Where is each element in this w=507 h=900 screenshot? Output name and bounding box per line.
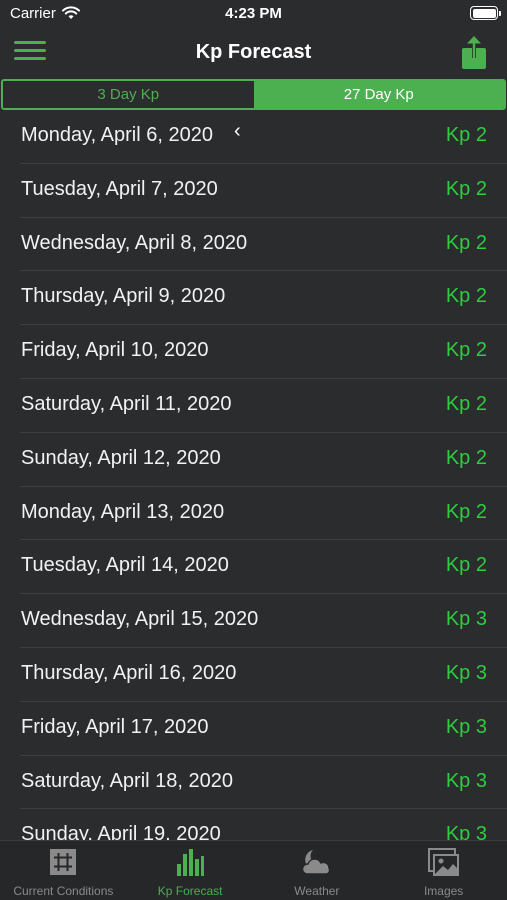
tab-label: Current Conditions [13,884,114,898]
tab-weather[interactable]: Weather [254,841,381,900]
battery-icon [470,6,501,20]
page-title: Kp Forecast [195,41,312,63]
kp-value: Kp 3 [445,823,487,840]
kp-value: Kp 2 [445,124,487,146]
kp-value: Kp 2 [445,177,487,200]
list-item[interactable]: Sunday, April 12, 2020 Kp 2 [20,433,507,487]
grid-icon [50,849,77,875]
tab-images[interactable]: Images [380,841,507,900]
share-icon[interactable] [461,36,487,70]
status-time: 4:23 PM [225,5,282,22]
list-item[interactable]: Saturday, April 11, 2020 Kp 2 [20,379,507,433]
forecast-list[interactable]: Monday, April 6, 2020 ‹ Kp 2 Tuesday, Ap… [0,110,507,840]
forecast-date: Friday, April 17, 2020 [21,715,209,738]
kp-value: Kp 3 [445,715,487,738]
forecast-date: Monday, April 13, 2020 [21,500,225,523]
forecast-date: Tuesday, April 7, 2020 [21,177,218,200]
forecast-date: Tuesday, April 14, 2020 [21,554,229,577]
navigation-bar: Kp Forecast [0,28,507,78]
list-item[interactable]: Thursday, April 16, 2020 Kp 3 [20,648,507,702]
list-item[interactable]: Sunday, April 19, 2020 Kp 3 [20,809,507,840]
list-item[interactable]: Friday, April 10, 2020 Kp 2 [20,325,507,379]
tab-label: Kp Forecast [157,884,223,898]
list-item[interactable]: Wednesday, April 15, 2020 Kp 3 [20,594,507,648]
chevron-left-icon: ‹ [234,120,241,142]
list-item[interactable]: Friday, April 17, 2020 Kp 3 [20,702,507,756]
kp-value: Kp 2 [445,392,487,415]
forecast-date: Thursday, April 16, 2020 [21,661,237,684]
forecast-date: Friday, April 10, 2020 [21,339,209,362]
list-item[interactable]: Wednesday, April 8, 2020 Kp 2 [20,218,507,272]
forecast-date: Thursday, April 9, 2020 [21,285,226,308]
kp-value: Kp 2 [445,554,487,577]
kp-value: Kp 2 [445,285,487,308]
tab-current-conditions[interactable]: Current Conditions [0,841,127,900]
list-item[interactable]: Thursday, April 9, 2020 Kp 2 [20,271,507,326]
segment-27-day-kp[interactable]: 27 Day Kp [253,81,504,108]
moon-cloud-icon [301,850,331,875]
forecast-date: Sunday, April 19, 2020 [21,823,221,840]
status-bar: Carrier 4:23 PM [0,0,507,28]
list-item[interactable]: Tuesday, April 7, 2020 Kp 2 [20,164,507,218]
kp-value: Kp 3 [445,608,487,631]
kp-range-segmented-control: 3 Day Kp 27 Day Kp [1,79,506,110]
kp-value: Kp 2 [445,339,487,362]
forecast-date: Monday, April 6, 2020 [21,124,213,146]
kp-value: Kp 3 [445,661,487,684]
forecast-date: Saturday, April 11, 2020 [21,392,232,415]
tab-label: Images [423,884,464,898]
kp-value: Kp 3 [445,769,487,792]
images-icon [427,848,459,876]
kp-value: Kp 2 [445,231,487,254]
forecast-date: Wednesday, April 8, 2020 [21,231,248,254]
list-item[interactable]: Saturday, April 18, 2020 Kp 3 [20,756,507,810]
forecast-date: Saturday, April 18, 2020 [21,769,233,792]
tab-bar: Current Conditions Kp Forecast Weather I… [0,840,507,900]
list-item[interactable]: Tuesday, April 14, 2020 Kp 2 [20,540,507,595]
kp-value: Kp 2 [445,500,487,523]
forecast-date: Sunday, April 12, 2020 [21,446,221,469]
list-item[interactable]: Monday, April 13, 2020 Kp 2 [20,487,507,541]
segment-3-day-kp[interactable]: 3 Day Kp [3,81,254,108]
list-item[interactable]: Monday, April 6, 2020 ‹ Kp 2 [20,110,507,164]
forecast-date: Wednesday, April 15, 2020 [21,608,259,631]
kp-value: Kp 2 [445,446,487,469]
tab-kp-forecast[interactable]: Kp Forecast [127,841,254,900]
bar-chart-icon [177,849,205,876]
tab-label: Weather [294,884,340,898]
